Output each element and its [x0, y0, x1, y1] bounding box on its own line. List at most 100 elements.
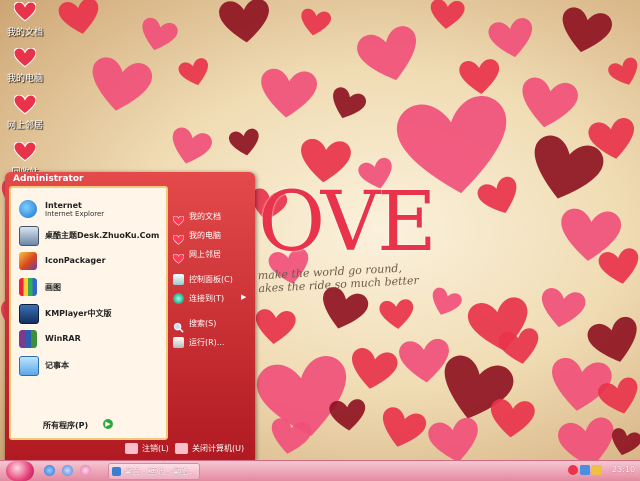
- window-icon: [112, 467, 121, 476]
- recycle-bin-heart-icon: [13, 141, 37, 162]
- quicklaunch-ie-icon[interactable]: [44, 465, 55, 476]
- program-name: IconPackager: [45, 256, 106, 265]
- connect-to-icon: [173, 293, 184, 304]
- start-item-search[interactable]: 搜索(S): [173, 317, 253, 333]
- submenu-arrow-icon: ▶: [241, 293, 247, 301]
- tray-heart-icon[interactable]: [568, 465, 578, 475]
- program-notepad[interactable]: 记事本: [17, 354, 165, 378]
- notepad-icon: [19, 356, 39, 376]
- start-item-my-documents[interactable]: 我的文档: [172, 210, 253, 226]
- wallpaper-heart-icon: [86, 55, 154, 119]
- system-tray: 23:10: [560, 462, 638, 479]
- start-menu-footer: 注销(L) 关闭计算机(U): [5, 438, 255, 460]
- wallpaper-heart-icon: [429, 0, 466, 32]
- search-icon: [173, 318, 184, 333]
- quicklaunch-show-desktop-icon[interactable]: [62, 465, 73, 476]
- quicklaunch-media-icon[interactable]: [80, 465, 91, 476]
- desktop-icon-label: 我的电脑: [6, 74, 43, 84]
- wallpaper-heart-icon: [329, 398, 368, 433]
- start-item-label: 网上邻居: [189, 250, 221, 259]
- tray-network-icon[interactable]: [580, 465, 590, 475]
- logoff-label: 注销(L): [142, 444, 169, 453]
- start-item-label: 搜索(S): [189, 319, 217, 328]
- kmplayer-icon: [19, 304, 39, 324]
- start-button[interactable]: [6, 461, 34, 481]
- start-item-run[interactable]: 运行(R)...: [173, 336, 253, 350]
- winrar-icon: [19, 330, 37, 348]
- tray-volume-icon[interactable]: [592, 465, 602, 475]
- program-internet-explorer[interactable]: Internet Internet Explorer: [17, 198, 165, 222]
- taskbar-clock[interactable]: 23:10: [612, 465, 635, 474]
- wallpaper-heart-icon: [516, 76, 580, 135]
- start-menu-user-name: Administrator: [13, 174, 84, 184]
- my-documents-heart-icon: [172, 211, 185, 226]
- internet-explorer-icon: [19, 200, 37, 218]
- start-item-label: 运行(R)...: [189, 338, 225, 347]
- wallpaper-heart-icon: [57, 0, 103, 39]
- taskbar-window-label: 桌面 - 壁纸 - 桌酷...: [124, 467, 196, 476]
- start-item-network-places[interactable]: 网上邻居: [172, 248, 253, 264]
- wallpaper-heart-icon: [497, 327, 543, 369]
- desktop-icon-label: 我的文档: [6, 28, 43, 38]
- wallpaper-heart-icon: [254, 308, 297, 347]
- program-subtitle: Internet Explorer: [45, 210, 105, 218]
- key-icon: [125, 443, 138, 454]
- my-computer-heart-icon: [172, 230, 185, 245]
- wallpaper-heart-icon: [218, 0, 272, 47]
- wallpaper-heart-icon: [136, 16, 179, 57]
- wallpaper-love-text: OVE: [258, 175, 437, 270]
- wallpaper-heart-icon: [597, 247, 640, 289]
- shutdown-label: 关闭计算机(U): [192, 444, 245, 453]
- taskbar: 桌面 - 壁纸 - 桌酷... 23:10: [0, 460, 640, 481]
- wallpaper-heart-icon: [354, 23, 426, 91]
- desktop-icon-label: 网上邻居: [6, 121, 43, 131]
- start-item-connect-to[interactable]: 连接到(T) ▶: [173, 292, 253, 306]
- wallpaper-heart-icon: [166, 125, 214, 170]
- wallpaper-heart-icon: [537, 286, 587, 333]
- zhuoku-theme-icon: [19, 226, 39, 246]
- desktop-icon-my-computer[interactable]: 我的电脑: [2, 47, 48, 84]
- wallpaper-heart-icon: [326, 85, 368, 125]
- system-places-panel: 我的文档 我的电脑 网上邻居 控制面板(C) 连接到(T) ▶ 搜索(S) 运行…: [167, 186, 253, 436]
- network-places-heart-icon: [172, 249, 185, 264]
- program-winrar[interactable]: WinRAR: [17, 328, 165, 352]
- program-kmplayer[interactable]: KMPlayer中文版: [17, 302, 165, 326]
- all-programs-button[interactable]: 所有程序(P): [43, 420, 88, 431]
- wallpaper-heart-icon: [459, 58, 502, 97]
- wallpaper-heart-icon: [556, 5, 614, 59]
- wallpaper-heart-icon: [298, 8, 332, 40]
- program-iconpackager[interactable]: IconPackager: [17, 250, 165, 274]
- start-item-label: 控制面板(C): [189, 275, 233, 284]
- start-item-my-computer[interactable]: 我的电脑: [172, 229, 253, 245]
- wallpaper-heart-icon: [487, 16, 537, 63]
- program-zhuoku-theme[interactable]: 桌酷主题Desk.ZhuoKu.Com: [17, 224, 165, 248]
- program-paint[interactable]: 画图: [17, 276, 165, 300]
- desktop-icon-my-documents[interactable]: 我的文档: [2, 1, 48, 38]
- control-panel-icon: [173, 274, 184, 285]
- iconpackager-icon: [19, 252, 37, 270]
- paint-icon: [19, 278, 37, 296]
- wallpaper-heart-icon: [376, 405, 429, 455]
- program-name: KMPlayer中文版: [45, 309, 112, 318]
- computer-heart-icon: [13, 47, 37, 68]
- wallpaper-heart-icon: [258, 68, 318, 123]
- start-item-label: 连接到(T): [189, 294, 225, 303]
- taskbar-window-button[interactable]: 桌面 - 壁纸 - 桌酷...: [108, 463, 200, 480]
- program-name: 画图: [45, 283, 61, 292]
- start-menu: Administrator Internet Internet Explorer…: [5, 172, 255, 460]
- network-heart-icon: [13, 94, 37, 115]
- power-icon: [175, 443, 188, 454]
- program-name: Internet: [45, 201, 82, 210]
- start-item-label: 我的文档: [189, 212, 221, 221]
- pinned-programs-panel: Internet Internet Explorer 桌酷主题Desk.Zhuo…: [9, 186, 168, 440]
- wallpaper-heart-icon: [228, 128, 262, 160]
- desktop-icon-network[interactable]: 网上邻居: [2, 94, 48, 131]
- start-item-control-panel[interactable]: 控制面板(C): [173, 273, 253, 287]
- wallpaper-heart-icon: [267, 417, 313, 459]
- start-item-label: 我的电脑: [189, 231, 221, 240]
- program-name: 桌酷主题Desk.ZhuoKu.Com: [45, 231, 160, 240]
- wallpaper-heart-icon: [379, 299, 416, 332]
- wallpaper-heart-icon: [426, 286, 463, 322]
- program-name: 记事本: [45, 361, 69, 370]
- documents-heart-icon: [13, 1, 37, 22]
